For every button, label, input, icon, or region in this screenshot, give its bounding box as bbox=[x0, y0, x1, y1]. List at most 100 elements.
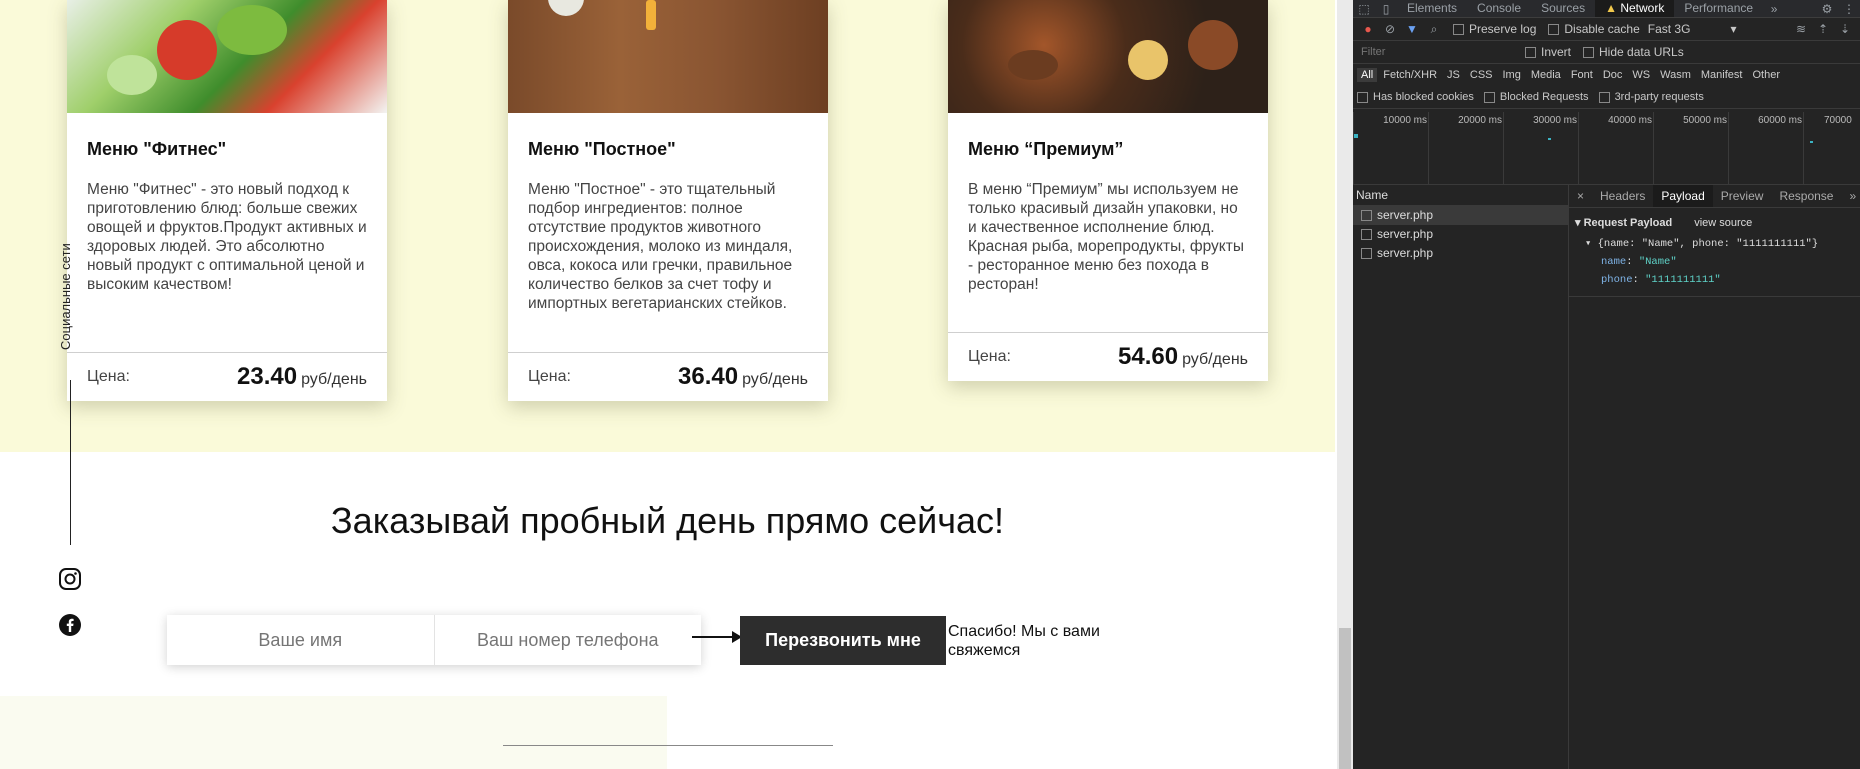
device-toggle-icon[interactable]: ▯ bbox=[1379, 2, 1393, 16]
name-input[interactable] bbox=[167, 615, 434, 665]
price-unit: руб/день bbox=[1182, 351, 1248, 368]
tab-response[interactable]: Response bbox=[1771, 185, 1841, 207]
devtools-panel: ⬚ ▯ Elements Console Sources ▲ Network P… bbox=[1353, 0, 1860, 769]
blocked-requests-checkbox[interactable]: Blocked Requests bbox=[1483, 91, 1589, 103]
menu-card-premium: Меню “Премиум” В меню “Премиум” мы испол… bbox=[948, 0, 1268, 381]
invert-label: Invert bbox=[1541, 45, 1572, 59]
request-name: server.php bbox=[1377, 227, 1434, 241]
blocked-filter-row: Has blocked cookies Blocked Requests 3rd… bbox=[1353, 86, 1860, 109]
type-js[interactable]: JS bbox=[1443, 68, 1464, 82]
card-price-row: Цена: 36.40 руб/день bbox=[508, 352, 828, 401]
price-label: Цена: bbox=[528, 368, 571, 385]
price-value: 54.60 bbox=[1118, 343, 1179, 370]
timeline-tick: 20000 ms bbox=[1428, 112, 1506, 184]
type-media[interactable]: Media bbox=[1527, 68, 1565, 82]
payload-name-row: name: "Name" bbox=[1601, 256, 1677, 268]
scrollbar-thumb[interactable] bbox=[1339, 628, 1351, 769]
payload-value: "Name" bbox=[1638, 256, 1677, 268]
devtools-tabbar: ⬚ ▯ Elements Console Sources ▲ Network P… bbox=[1353, 0, 1860, 18]
throttle-select[interactable]: Fast 3G bbox=[1648, 22, 1691, 36]
record-icon[interactable]: ● bbox=[1361, 22, 1375, 36]
type-css[interactable]: CSS bbox=[1466, 68, 1497, 82]
type-font[interactable]: Font bbox=[1567, 68, 1597, 82]
page-scrollbar[interactable] bbox=[1337, 0, 1353, 769]
tab-network[interactable]: ▲ Network bbox=[1595, 0, 1675, 17]
website-viewport: Меню "Фитнес" Меню "Фитнес" - это новый … bbox=[0, 0, 1335, 769]
tab-console[interactable]: Console bbox=[1467, 0, 1531, 17]
detail-tabbar: × Headers Payload Preview Response » bbox=[1569, 185, 1860, 208]
price-value: 36.40 bbox=[678, 363, 739, 390]
invert-checkbox[interactable]: Invert bbox=[1525, 45, 1571, 59]
tab-sources[interactable]: Sources bbox=[1531, 0, 1595, 17]
more-tabs-icon[interactable]: » bbox=[1841, 185, 1860, 207]
export-icon[interactable]: ⇣ bbox=[1838, 22, 1852, 36]
tab-elements[interactable]: Elements bbox=[1397, 0, 1467, 17]
callback-form bbox=[167, 615, 701, 665]
disable-cache-checkbox[interactable]: Disable cache bbox=[1548, 22, 1640, 36]
tab-headers[interactable]: Headers bbox=[1592, 185, 1653, 207]
network-toolbar: ● ⊘ ▼ ⌕ Preserve log Disable cache Fast … bbox=[1353, 18, 1860, 41]
type-fetch[interactable]: Fetch/XHR bbox=[1379, 68, 1441, 82]
network-timeline[interactable]: 10000 ms 20000 ms 30000 ms 40000 ms 5000… bbox=[1353, 112, 1860, 185]
payload-summary[interactable]: ▾ {name: "Name", phone: "1111111111"} bbox=[1575, 237, 1860, 250]
type-filter-row: All Fetch/XHR JS CSS Img Media Font Doc … bbox=[1353, 64, 1860, 86]
tab-performance[interactable]: Performance bbox=[1674, 0, 1763, 17]
tab-preview[interactable]: Preview bbox=[1713, 185, 1772, 207]
has-blocked-cookies-label: Has blocked cookies bbox=[1373, 91, 1474, 103]
payload-header[interactable]: ▾ Request Payload view source bbox=[1575, 216, 1860, 229]
request-row[interactable]: server.php bbox=[1353, 206, 1568, 225]
card-title: Меню "Фитнес" bbox=[87, 139, 227, 159]
type-all[interactable]: All bbox=[1357, 68, 1378, 82]
wifi-icon[interactable]: ≋ bbox=[1794, 22, 1808, 36]
chevron-down-icon[interactable]: ▾ bbox=[1730, 22, 1736, 36]
payload-key: phone bbox=[1601, 274, 1633, 286]
import-icon[interactable]: ⇡ bbox=[1816, 22, 1830, 36]
filter-icon[interactable]: ▼ bbox=[1405, 22, 1419, 36]
type-ws[interactable]: WS bbox=[1628, 68, 1654, 82]
price-value: 23.40 bbox=[237, 363, 298, 390]
preserve-log-checkbox[interactable]: Preserve log bbox=[1453, 22, 1536, 36]
third-party-label: 3rd-party requests bbox=[1614, 91, 1704, 103]
payload-section: ▾ Request Payload view source ▾ {name: "N… bbox=[1569, 208, 1860, 297]
type-img[interactable]: Img bbox=[1499, 68, 1525, 82]
next-section-background bbox=[0, 696, 667, 769]
request-row[interactable]: server.php bbox=[1353, 225, 1568, 244]
tab-payload[interactable]: Payload bbox=[1653, 185, 1713, 207]
has-blocked-cookies-checkbox[interactable]: Has blocked cookies bbox=[1357, 91, 1474, 103]
filter-input[interactable] bbox=[1359, 45, 1513, 59]
type-doc[interactable]: Doc bbox=[1599, 68, 1627, 82]
price: 54.60 руб/день bbox=[1118, 343, 1248, 371]
request-bar bbox=[1810, 141, 1813, 143]
type-manifest[interactable]: Manifest bbox=[1697, 68, 1747, 82]
settings-icon[interactable]: ⚙ bbox=[1820, 2, 1834, 16]
more-tabs-icon[interactable]: » bbox=[1767, 2, 1781, 16]
type-other[interactable]: Other bbox=[1748, 68, 1784, 82]
price-unit: руб/день bbox=[301, 371, 367, 388]
clear-icon[interactable]: ⊘ bbox=[1383, 22, 1397, 36]
timeline-tick: 10000 ms bbox=[1353, 112, 1431, 184]
cta-title: Заказывай пробный день прямо сейчас! bbox=[330, 500, 1005, 541]
search-icon[interactable]: ⌕ bbox=[1427, 22, 1441, 36]
instagram-icon[interactable] bbox=[58, 567, 82, 591]
request-row[interactable]: server.php bbox=[1353, 244, 1568, 263]
inspect-icon[interactable]: ⬚ bbox=[1357, 2, 1371, 16]
type-wasm[interactable]: Wasm bbox=[1656, 68, 1695, 82]
request-detail: × Headers Payload Preview Response » ▾ R… bbox=[1569, 185, 1860, 769]
section-divider bbox=[503, 745, 833, 746]
facebook-icon[interactable] bbox=[58, 613, 82, 637]
card-description: Меню "Постное" - это тщательный подбор и… bbox=[528, 181, 793, 312]
phone-input[interactable] bbox=[433, 615, 701, 665]
request-list: Name server.php server.php server.php bbox=[1353, 185, 1569, 769]
view-source-link[interactable]: view source bbox=[1694, 217, 1752, 229]
callback-button[interactable]: Перезвонить мне bbox=[740, 616, 946, 665]
request-name: server.php bbox=[1377, 246, 1434, 260]
price-label: Цена: bbox=[87, 368, 130, 385]
third-party-checkbox[interactable]: 3rd-party requests bbox=[1598, 91, 1704, 103]
payload-key: name bbox=[1601, 256, 1627, 268]
kebab-menu-icon[interactable]: ⋮ bbox=[1842, 2, 1856, 16]
name-column-header[interactable]: Name bbox=[1353, 185, 1568, 206]
card-price-row: Цена: 54.60 руб/день bbox=[948, 332, 1268, 381]
hide-data-urls-checkbox[interactable]: Hide data URLs bbox=[1583, 45, 1684, 59]
close-icon[interactable]: × bbox=[1569, 185, 1592, 207]
card-description: В меню “Премиум” мы используем не только… bbox=[968, 181, 1244, 293]
